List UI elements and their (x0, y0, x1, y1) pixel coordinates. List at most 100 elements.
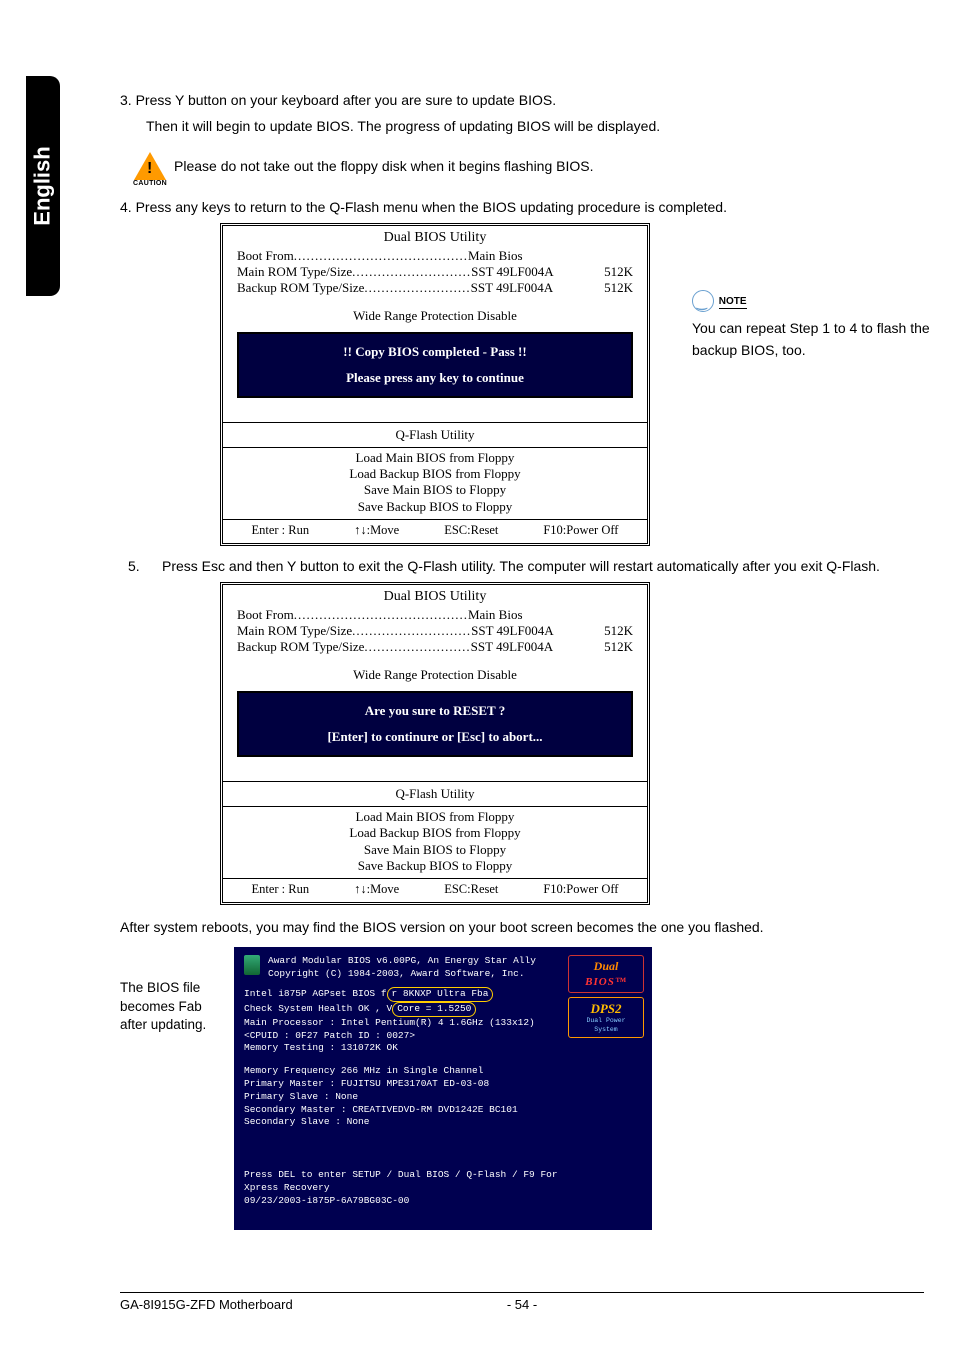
step5-text: Press Esc and then Y button to exit the … (162, 556, 880, 576)
bios1-mainrom-val: SST 49LF004A (471, 264, 553, 280)
dots: ........................................… (294, 248, 468, 264)
bios1-popup: !! Copy BIOS completed - Pass !! Please … (237, 332, 633, 398)
step3-line1: 3. Press Y button on your keyboard after… (120, 90, 924, 110)
bios1-popup-line1: !! Copy BIOS completed - Pass !! (245, 344, 625, 360)
caution-block: CAUTION Please do not take out the flopp… (132, 145, 924, 187)
bios1-title: Dual BIOS Utility (223, 226, 647, 248)
bios1-mainrom-size: 512K (564, 264, 633, 280)
dual-bios-text: BIOS™ (573, 975, 639, 990)
bios1-wide: Wide Range Protection Disable (223, 308, 647, 324)
boot-l1a: Intel i875P AGPset BIOS f (244, 988, 387, 999)
boot-l2b: Core = 1.5250 (397, 1003, 471, 1014)
bios2-popup-line2: [Enter] to continure or [Esc] to abort..… (245, 729, 625, 745)
boot-l13: 09/23/2003-i875P-6A79BG03C-00 (244, 1195, 642, 1208)
step3-line2: Then it will begin to update BIOS. The p… (146, 116, 924, 136)
note-text: You can repeat Step 1 to 4 to flash the … (692, 320, 930, 358)
bios2-backuprom-size: 512K (564, 639, 633, 655)
boot-hdr2: Copyright (C) 1984-2003, Award Software,… (268, 968, 536, 981)
bios2-backuprom-label: Backup ROM Type/Size (237, 639, 364, 655)
footer-left: GA-8I915G-ZFD Motherboard (120, 1297, 293, 1312)
boot-highlight-2: Core = 1.5250 (392, 1002, 476, 1017)
bios2-bootfrom-row: Boot From ..............................… (237, 607, 633, 623)
boot-screenshot-wrap: The BIOS file becomes Fab after updating… (120, 947, 924, 1229)
bios1-backuprom-label: Backup ROM Type/Size (237, 280, 364, 296)
bios2-mainrom-row: Main ROM Type/Size .....................… (237, 623, 633, 639)
bios2-bootfrom-val: Main Bios (468, 607, 523, 623)
bios2-bootfrom-label: Boot From (237, 607, 294, 623)
bios1-popup-line2: Please press any key to continue (245, 370, 625, 386)
boot-block-3: Press DEL to enter SETUP / Dual BIOS / Q… (244, 1169, 642, 1207)
bios2-footer-f10: F10:Power Off (543, 882, 618, 897)
dots: ......................... (364, 280, 470, 296)
bios2-popup: Are you sure to RESET ? [Enter] to conti… (237, 691, 633, 757)
note-icon: NOTE (692, 290, 930, 312)
bios1-bootfrom-row: Boot From ..............................… (237, 248, 633, 264)
bios1-footer-esc: ESC:Reset (444, 523, 498, 538)
boot-l5: Memory Testing : 131072K OK (244, 1042, 642, 1055)
bios2-menu-item: Load Main BIOS from Floppy (223, 809, 647, 825)
bios1-hidden-sub (223, 406, 647, 420)
caution-icon: CAUTION (132, 145, 168, 187)
step4-text: 4. Press any keys to return to the Q-Fla… (120, 197, 924, 217)
bios1-menu-item: Load Main BIOS from Floppy (223, 450, 647, 466)
bios2-menu-item: Save Main BIOS to Floppy (223, 842, 647, 858)
dps-text: DPS2 (590, 1001, 621, 1016)
dual-logo-text: Dual (594, 959, 619, 973)
language-tab: English (26, 76, 60, 296)
bios2-menu-item: Load Backup BIOS from Floppy (223, 825, 647, 841)
boot-highlight-1: r 8KNXP Ultra Fba (387, 987, 494, 1002)
bios2-menu: Load Main BIOS from Floppy Load Backup B… (223, 809, 647, 878)
bios2-footer-enter: Enter : Run (251, 882, 309, 897)
boot-l7: Primary Master : FUJITSU MPE3170AT ED-03… (244, 1078, 642, 1091)
bios1-mainrom-row: Main ROM Type/Size .....................… (237, 264, 633, 280)
bios2-mainrom-label: Main ROM Type/Size (237, 623, 352, 639)
bios2-menu-item: Save Backup BIOS to Floppy (223, 858, 647, 874)
bios2-popup-line1: Are you sure to RESET ? (245, 703, 625, 719)
boot-block-2: Memory Frequency 266 MHz in Single Chann… (244, 1065, 642, 1129)
bios2-title: Dual BIOS Utility (223, 585, 647, 607)
bios2-footer-esc: ESC:Reset (444, 882, 498, 897)
dps-sub: Dual Power System (573, 1017, 639, 1035)
bios2-qflash: Q-Flash Utility (223, 784, 647, 804)
caution-text: Please do not take out the floppy disk w… (174, 158, 593, 174)
note-label: NOTE (719, 296, 747, 309)
dots: ........................................… (294, 607, 468, 623)
footer-page: - 54 - (507, 1297, 537, 1312)
dots: ......................... (364, 639, 470, 655)
bios1-menu-item: Load Backup BIOS from Floppy (223, 466, 647, 482)
bios2-backuprom-row: Backup ROM Type/Size ...................… (237, 639, 633, 655)
bios1-bootfrom-val: Main Bios (468, 248, 523, 264)
bios2-mainrom-val: SST 49LF004A (471, 623, 553, 639)
bios1-menu-item: Save Main BIOS to Floppy (223, 482, 647, 498)
boot-hdr1: Award Modular BIOS v6.00PG, An Energy St… (268, 955, 536, 968)
bios1-backuprom-size: 512K (564, 280, 633, 296)
bios2-wide: Wide Range Protection Disable (223, 667, 647, 683)
boot-l2a: Check System Health OK , V (244, 1003, 392, 1014)
boot-l6: Memory Frequency 266 MHz in Single Chann… (244, 1065, 642, 1078)
bios2-footer: Enter : Run ↑↓:Move ESC:Reset F10:Power … (223, 878, 647, 902)
bios1-bootfrom-label: Boot From (237, 248, 294, 264)
bios1-footer-enter: Enter : Run (251, 523, 309, 538)
bios1-footer: Enter : Run ↑↓:Move ESC:Reset F10:Power … (223, 519, 647, 543)
page-footer: GA-8I915G-ZFD Motherboard - 54 - (120, 1292, 924, 1312)
bios2-hidden-sub (223, 765, 647, 779)
bios-utility-box-1: Dual BIOS Utility Boot From ............… (220, 223, 650, 546)
boot-l8: Primary Slave : None (244, 1091, 642, 1104)
bios1-menu: Load Main BIOS from Floppy Load Backup B… (223, 450, 647, 519)
bios1-backuprom-row: Backup ROM Type/Size ...................… (237, 280, 633, 296)
step5-row: 5. Press Esc and then Y button to exit t… (128, 556, 924, 576)
award-logo-icon (244, 955, 260, 975)
dual-bios-logo: Dual BIOS™ (568, 955, 644, 992)
bios1-footer-f10: F10:Power Off (543, 523, 618, 538)
dps-logo: DPS2 Dual Power System (568, 997, 644, 1038)
bios1-footer-move: ↑↓:Move (354, 523, 399, 538)
note-sidebar: NOTE You can repeat Step 1 to 4 to flash… (692, 290, 930, 361)
bios1-menu-item: Save Backup BIOS to Floppy (223, 499, 647, 515)
bios2-mainrom-size: 512K (564, 623, 633, 639)
bios2-footer-move: ↑↓:Move (354, 882, 399, 897)
bios1-qflash: Q-Flash Utility (223, 425, 647, 445)
boot-l11: Press DEL to enter SETUP / Dual BIOS / Q… (244, 1169, 642, 1182)
boot-l1b: r 8KNXP Ultra Fba (392, 988, 489, 999)
boot-l12: Xpress Recovery (244, 1182, 642, 1195)
boot-logos: Dual BIOS™ DPS2 Dual Power System (568, 955, 644, 1037)
